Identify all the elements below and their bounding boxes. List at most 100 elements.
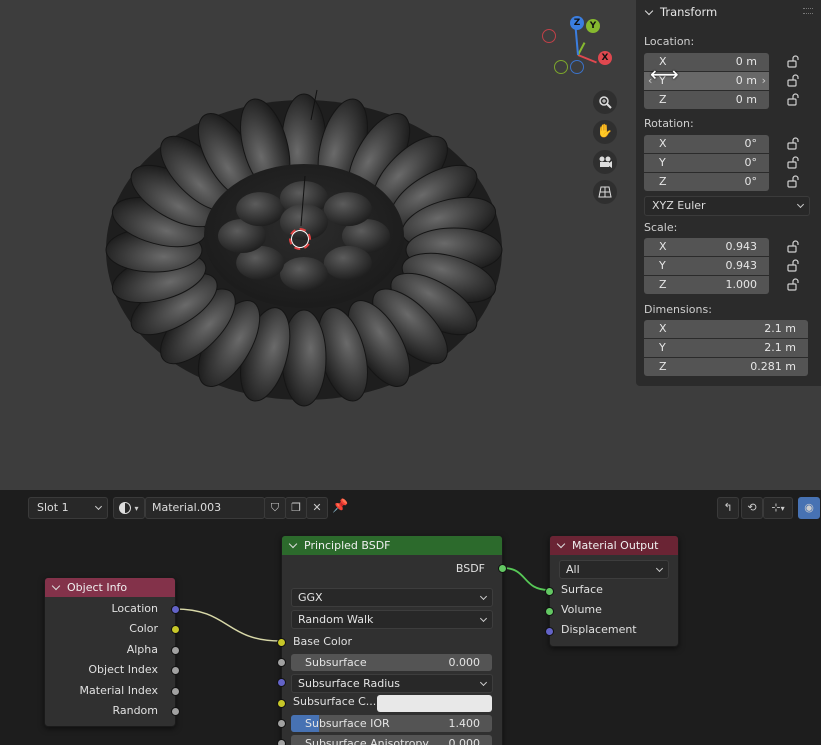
dimensions-label: Dimensions: xyxy=(644,303,712,316)
subsurface-method-dropdown[interactable]: Random Walk xyxy=(291,610,493,629)
location-output-socket[interactable] xyxy=(171,605,180,614)
subsurface-method-value: Random Walk xyxy=(298,613,374,626)
subsurface-socket[interactable] xyxy=(277,658,286,667)
rotation-x-field[interactable]: X 0° xyxy=(644,135,769,153)
object-info-title: Object Info xyxy=(67,581,128,594)
3d-viewport[interactable]: X Y Z ✋ Transform Location: X0 m ‹ Y0 m … xyxy=(0,0,821,490)
object-info-header[interactable]: Object Info xyxy=(45,578,175,597)
rotation-z-lock-icon[interactable] xyxy=(787,175,800,188)
volume-input-socket[interactable] xyxy=(545,607,554,616)
dimensions-z-field[interactable]: Z 0.281 m xyxy=(644,358,808,376)
subsurface-anisotropy-label: Subsurface Anisotropy xyxy=(305,737,429,745)
scale-x-field[interactable]: X 0.943 xyxy=(644,238,769,256)
subsurface-ior-value: 1.400 xyxy=(448,717,481,730)
transform-panel: Transform Location: X0 m ‹ Y0 m › Z0 m ⟷… xyxy=(636,0,821,386)
scale-y-lock-icon[interactable] xyxy=(787,259,800,272)
subsurface-anisotropy-value: 0.000 xyxy=(448,737,481,745)
panel-drag-grip-icon[interactable] xyxy=(803,8,813,14)
subsurface-anisotropy-field[interactable]: Subsurface Anisotropy 0.000 xyxy=(291,735,492,745)
bsdf-output-socket[interactable] xyxy=(498,564,507,573)
displacement-input-label: Displacement xyxy=(561,623,637,636)
material-index-output-label: Material Index xyxy=(79,683,158,697)
dimensions-y-field[interactable]: Y 2.1 m xyxy=(644,339,808,357)
rotation-z-field[interactable]: Z 0° xyxy=(644,173,769,191)
random-output-socket[interactable] xyxy=(171,707,180,716)
material-output-title: Material Output xyxy=(572,539,659,552)
transform-panel-header[interactable]: Transform xyxy=(642,2,717,22)
shader-node-editor[interactable]: Slot 1 ▾ Material.003 ⛉ ❐ ✕ 📌 ↰ ⟲ ⊹▾ ◉ O… xyxy=(0,493,821,745)
scale-label: Scale: xyxy=(644,221,678,234)
subsurface-color-label: Subsurface C... xyxy=(293,695,377,708)
chevron-down-icon xyxy=(644,6,654,16)
subsurface-label: Subsurface xyxy=(305,656,367,669)
location-z-field[interactable]: Z0 m xyxy=(644,91,769,109)
gizmo-neg-z[interactable] xyxy=(570,60,584,74)
scale-y-field[interactable]: Y 0.943 xyxy=(644,257,769,275)
displacement-input-socket[interactable] xyxy=(545,627,554,636)
location-z-lock-icon[interactable] xyxy=(787,93,800,106)
location-label: Location: xyxy=(644,35,695,48)
subsurface-radius-dropdown[interactable]: Subsurface Radius xyxy=(291,674,493,693)
distribution-dropdown[interactable]: GGX xyxy=(291,588,493,607)
increment-arrow-icon[interactable]: › xyxy=(762,72,766,90)
dimensions-x-field[interactable]: X 2.1 m xyxy=(644,320,808,338)
base-color-socket[interactable] xyxy=(277,638,286,647)
bsdf-output-label: BSDF xyxy=(455,562,485,575)
material-index-output-socket[interactable] xyxy=(171,686,180,696)
chevron-down-icon xyxy=(479,592,488,601)
object-info-node[interactable]: Object Info Location Color Alpha Object Ind… xyxy=(44,577,180,727)
chevron-down-icon xyxy=(288,539,298,549)
subsurface-ior-socket[interactable] xyxy=(277,719,286,728)
gizmo-z-axis[interactable]: Z xyxy=(570,16,584,30)
gizmo-neg-x[interactable] xyxy=(542,29,556,43)
surface-input-label: Surface xyxy=(561,583,603,596)
mesh-inner-bump xyxy=(236,192,285,227)
gizmo-x-axis[interactable]: X xyxy=(598,51,612,65)
subsurface-anisotropy-socket[interactable] xyxy=(277,739,286,745)
rotation-mode-value: XYZ Euler xyxy=(652,199,706,212)
rotation-label: Rotation: xyxy=(644,117,694,130)
mesh-inner-bump xyxy=(323,192,372,227)
gizmo-y-axis[interactable]: Y xyxy=(586,19,600,33)
subsurface-ior-label: Subsurface IOR xyxy=(305,717,390,730)
location-output-label: Location xyxy=(111,602,158,615)
principled-bsdf-header[interactable]: Principled BSDF xyxy=(282,536,502,555)
alpha-output-socket[interactable] xyxy=(171,645,180,655)
rotation-y-lock-icon[interactable] xyxy=(787,156,800,169)
navigation-gizmo[interactable]: X Y Z xyxy=(536,12,626,82)
chevron-down-icon xyxy=(479,614,488,623)
subsurface-radius-socket[interactable] xyxy=(277,678,286,687)
gizmo-neg-y[interactable] xyxy=(554,60,568,74)
color-output-label: Color xyxy=(129,622,158,636)
random-output-label: Random xyxy=(112,704,158,717)
rotation-y-field[interactable]: Y 0° xyxy=(644,154,769,172)
location-x-lock-icon[interactable] xyxy=(787,55,800,68)
rotation-x-lock-icon[interactable] xyxy=(787,137,800,150)
principled-bsdf-node[interactable]: Principled BSDF BSDF GGX Random Walk Bas… xyxy=(277,535,507,745)
chevron-down-icon xyxy=(796,200,805,209)
location-y-lock-icon[interactable] xyxy=(787,74,800,87)
rotation-mode-dropdown[interactable]: XYZ Euler xyxy=(644,196,810,216)
scale-z-lock-icon[interactable] xyxy=(787,278,800,291)
scale-x-lock-icon[interactable] xyxy=(787,240,800,253)
hand-pan-icon[interactable]: ✋ xyxy=(593,120,617,144)
subsurface-ior-field[interactable]: Subsurface IOR 1.400 xyxy=(291,715,492,732)
chevron-down-icon xyxy=(655,564,664,573)
mesh-inner-bump xyxy=(323,245,372,280)
zoom-icon[interactable] xyxy=(593,90,617,114)
subsurface-field[interactable]: Subsurface 0.000 xyxy=(291,654,492,671)
grid-perspective-icon[interactable] xyxy=(593,180,617,204)
mesh-inner-bump xyxy=(280,257,328,291)
subsurface-color-swatch[interactable] xyxy=(377,695,492,712)
object-index-output-label: Object Index xyxy=(88,663,158,677)
scale-z-field[interactable]: Z 1.000 xyxy=(644,276,769,294)
camera-icon[interactable] xyxy=(593,150,617,174)
output-target-dropdown[interactable]: All xyxy=(559,560,669,579)
3d-cursor xyxy=(289,228,311,250)
volume-input-label: Volume xyxy=(561,603,602,616)
surface-input-socket[interactable] xyxy=(545,587,554,596)
material-output-node[interactable]: Material Output All Surface Volume Displ… xyxy=(545,535,679,647)
resize-cursor-icon: ⟷ xyxy=(650,62,679,86)
subsurface-color-socket[interactable] xyxy=(277,699,286,708)
material-output-header[interactable]: Material Output xyxy=(550,536,678,555)
